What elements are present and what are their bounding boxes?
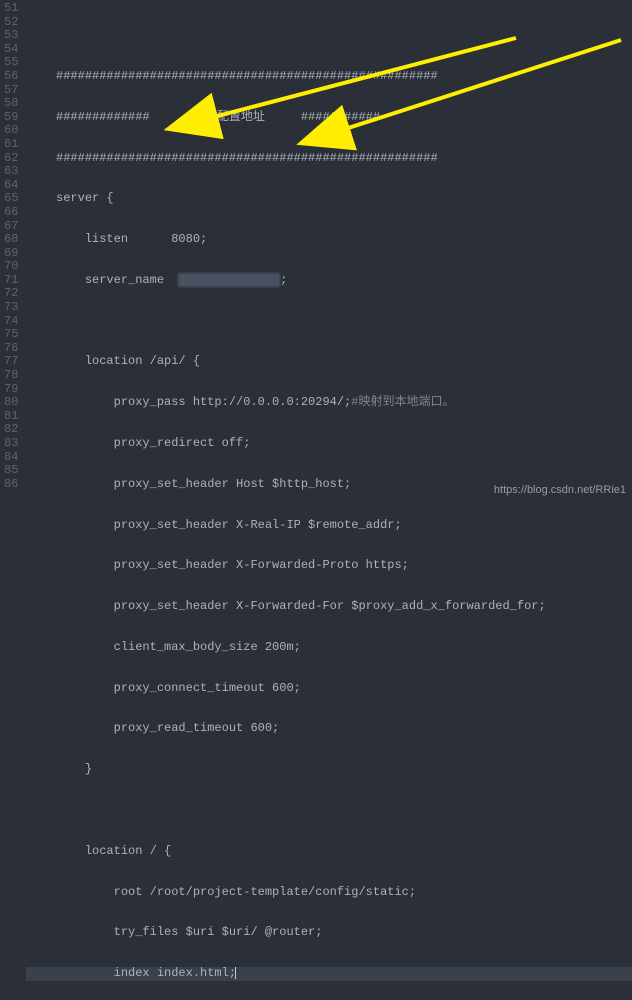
- line-number: 73: [4, 301, 18, 315]
- line-number: 72: [4, 287, 18, 301]
- line-number: 53: [4, 29, 18, 43]
- code-line: [26, 29, 632, 43]
- line-number: 84: [4, 451, 18, 465]
- code-line: [26, 804, 632, 818]
- code-line: ############# 麻雀配置地址 ###########: [26, 111, 632, 125]
- line-number: 55: [4, 56, 18, 70]
- code-line: proxy_redirect off;: [26, 437, 632, 451]
- line-number: 58: [4, 97, 18, 111]
- code-line: listen 8080;: [26, 233, 632, 247]
- code-line: [26, 315, 632, 329]
- line-number: 61: [4, 138, 18, 152]
- line-number: 85: [4, 464, 18, 478]
- code-line: proxy_set_header X-Forwarded-Proto https…: [26, 559, 632, 573]
- line-number: 57: [4, 84, 18, 98]
- text-cursor: [235, 967, 236, 979]
- redacted-text: [178, 273, 280, 287]
- comment-text: #映: [351, 395, 370, 409]
- code-line: location /api/ {: [26, 355, 632, 369]
- line-number: 66: [4, 206, 18, 220]
- code-line: }: [26, 763, 632, 777]
- code-line: proxy_read_timeout 600;: [26, 722, 632, 736]
- line-number: 83: [4, 437, 18, 451]
- line-number: 69: [4, 247, 18, 261]
- code-line: proxy_pass http://0.0.0.0:20294/;#映射到本地端…: [26, 396, 632, 410]
- code-text: proxy_pass http://0.0.0.0:20294/;: [34, 395, 351, 409]
- code-line: try_files $uri $uri/ @router;: [26, 926, 632, 940]
- line-number: 68: [4, 233, 18, 247]
- line-number: 54: [4, 43, 18, 57]
- line-number: 81: [4, 410, 18, 424]
- code-line-active: index index.html;: [26, 967, 632, 981]
- code-line: root /root/project-template/config/stati…: [26, 886, 632, 900]
- code-text: server_name: [34, 273, 178, 287]
- line-number: 75: [4, 328, 18, 342]
- code-line: proxy_set_header X-Forwarded-For $proxy_…: [26, 600, 632, 614]
- line-number: 59: [4, 111, 18, 125]
- line-number: 74: [4, 315, 18, 329]
- line-number: 63: [4, 165, 18, 179]
- code-line: server {: [26, 192, 632, 206]
- code-line: proxy_connect_timeout 600;: [26, 682, 632, 696]
- line-number: 86: [4, 478, 18, 492]
- line-number: 78: [4, 369, 18, 383]
- code-area[interactable]: ########################################…: [26, 0, 632, 500]
- code-editor: 5152535455565758596061626364656667686970…: [0, 0, 632, 500]
- code-line: client_max_body_size 200m;: [26, 641, 632, 655]
- line-number: 65: [4, 192, 18, 206]
- line-number: 70: [4, 260, 18, 274]
- line-number: 80: [4, 396, 18, 410]
- line-number: 56: [4, 70, 18, 84]
- code-line: ########################################…: [26, 70, 632, 84]
- code-line: proxy_set_header X-Real-IP $remote_addr;: [26, 519, 632, 533]
- watermark-text: https://blog.csdn.net/RRie1: [494, 484, 626, 496]
- line-number: 71: [4, 274, 18, 288]
- line-number: 64: [4, 179, 18, 193]
- code-line: server_name ;: [26, 274, 632, 288]
- line-number: 60: [4, 124, 18, 138]
- code-line: ########################################…: [26, 152, 632, 166]
- code-text: index index.html;: [34, 966, 236, 980]
- line-number: 82: [4, 423, 18, 437]
- line-number: 67: [4, 220, 18, 234]
- line-number: 77: [4, 355, 18, 369]
- line-number: 76: [4, 342, 18, 356]
- line-number: 51: [4, 2, 18, 16]
- code-line: location / {: [26, 845, 632, 859]
- line-number: 52: [4, 16, 18, 30]
- line-number-gutter: 5152535455565758596061626364656667686970…: [0, 0, 26, 500]
- line-number: 79: [4, 383, 18, 397]
- comment-text: 射到本地端口。: [370, 395, 454, 409]
- line-number: 62: [4, 152, 18, 166]
